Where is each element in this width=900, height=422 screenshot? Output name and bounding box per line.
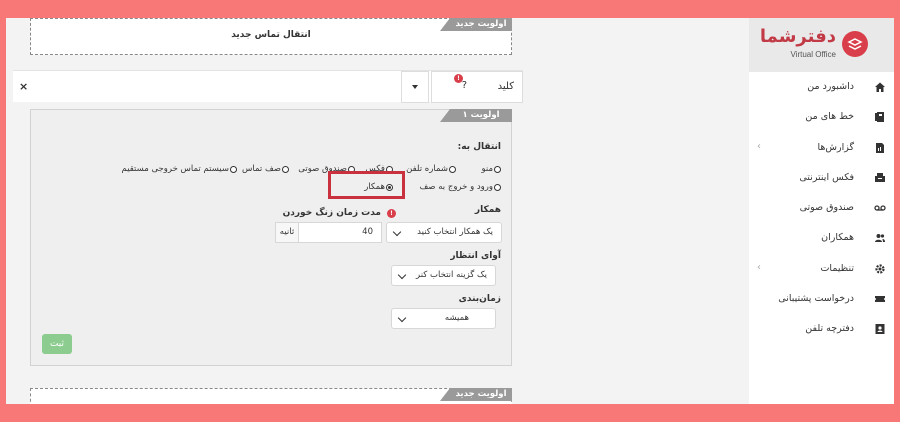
radio-queue-login-logout-dot[interactable] [494,183,501,191]
priority-ribbon-bottom: اولویت جدید [440,388,512,401]
ring-duration-input[interactable]: 40 [298,222,382,243]
highlight-box [328,171,405,199]
submit-button[interactable]: ثبت [42,334,72,354]
radio-menu-dot[interactable] [494,165,501,173]
ring-duration-label: مدت زمان زنگ خوردن [282,208,381,218]
ring-duration-unit: ثانیه [275,222,299,243]
key-label: کلید [497,81,514,92]
sidebar-nav: داشبورد من خط های من گزارش‌ها ‹ فکس اینت… [749,72,894,345]
hold-music-label: آوای انتظار [450,251,501,261]
users-icon [875,234,885,243]
sidebar-item-label: صندوق صوتی [799,202,854,214]
radio-call-queue[interactable]: صف تماس [242,164,289,174]
radio-direct-outbound-dot[interactable] [230,165,237,173]
new-priority-panel-bottom[interactable]: اولویت جدید [30,388,512,404]
ring-duration-alert-icon: ! [387,209,396,218]
schedule-label: زمان‌بندی [458,294,501,304]
radio-menu-label: منو [481,164,493,174]
radio-menu[interactable]: منو [481,164,501,174]
home-icon [875,82,885,92]
radio-direct-outbound-label: سیستم تماس خروجی مستقیم [121,164,229,174]
contact-book-icon [875,324,885,335]
logo-subtitle: Virtual Office [790,50,836,59]
sidebar-item-internet-fax[interactable]: فکس اینترنتی [749,163,894,193]
radio-call-queue-label: صف تماس [242,164,281,174]
key-row: × ? ! کلید [13,70,523,103]
radio-queue-login-logout-label: ورود و خروج به صف [419,182,494,192]
sidebar-item-settings[interactable]: تنظیمات ‹ [749,254,894,284]
caret-down-icon [412,85,418,89]
sidebar-item-label: تنظیمات [820,262,854,274]
sidebar: دفترشما Virtual Office داشبورد من خط های… [749,18,894,404]
priority-form-panel: اولویت ۱ انتقال به: منو شماره تلفن فکس ص… [30,109,512,366]
radio-queue-login-logout[interactable]: ورود و خروج به صف [419,182,501,192]
logo-text: دفترشما [759,26,836,47]
sidebar-item-colleagues[interactable]: همکاران [749,223,894,253]
radio-phone-number-label: شماره تلفن [406,164,448,174]
colleague-select[interactable]: یک همکار انتخاب کنید [386,222,502,243]
priority-one-ribbon: اولویت ۱ [440,109,512,122]
schedule-select-value: همیشه [444,313,469,323]
report-icon [876,142,884,153]
schedule-select[interactable]: همیشه [391,308,496,329]
sidebar-item-label: گزارش‌ها [817,141,855,153]
chevron-down-icon [397,270,407,280]
phone-lines-icon [875,112,884,123]
chevron-left-icon: ‹ [757,140,761,152]
radio-call-queue-dot[interactable] [282,165,289,173]
logo-mark-icon [842,31,868,57]
key-question-mark: ? [461,80,467,91]
new-transfer-title: انتقال تماس جدید [231,30,311,40]
radio-direct-outbound[interactable]: سیستم تماس خروجی مستقیم [122,164,237,174]
sidebar-item-label: داشبورد من [807,81,854,92]
sidebar-item-phonebook[interactable]: دفترچه تلفن [749,314,894,344]
close-icon[interactable]: × [19,80,28,93]
new-priority-panel[interactable]: اولویت جدید انتقال تماس جدید [30,18,512,55]
sidebar-item-support[interactable]: درخواست پشتیبانی [749,284,894,314]
sidebar-item-label: درخواست پشتیبانی [778,293,854,305]
colleague-label: همکار [474,205,501,215]
sidebar-item-label: دفترچه تلفن [805,323,854,335]
radio-phone-number[interactable]: شماره تلفن [406,164,456,174]
sidebar-item-label: فکس اینترنتی [799,171,854,183]
chevron-down-icon [397,313,407,323]
radio-phone-number-dot[interactable] [449,165,456,173]
hold-music-select[interactable]: یک گزینه انتخاب کنر [391,265,496,286]
sidebar-item-reports[interactable]: گزارش‌ها ‹ [749,133,894,163]
app-window: اولویت جدید انتقال تماس جدید × ? ! کلید … [6,18,894,404]
logo-area[interactable]: دفترشما Virtual Office [749,18,894,72]
colleague-select-value: یک همکار انتخاب کنید [417,227,493,237]
chevron-down-icon [392,227,402,237]
key-alert-icon: ! [454,74,463,83]
sidebar-item-label: همکاران [821,232,854,244]
ticket-icon [875,296,885,303]
chevron-left-icon: ‹ [757,261,761,273]
key-dropdown-toggle[interactable] [401,71,429,103]
gear-icon [875,264,885,274]
hold-music-select-value: یک گزینه انتخاب کنر [416,270,487,280]
sidebar-item-label: خط های من [805,111,854,123]
fax-icon [875,172,885,182]
sidebar-item-voicemail[interactable]: صندوق صوتی [749,193,894,223]
transfer-to-label: انتقال به: [457,142,501,152]
sidebar-item-dashboard[interactable]: داشبورد من [749,72,894,102]
key-selector[interactable]: ? ! کلید [431,71,523,103]
voicemail-icon [874,205,886,211]
sidebar-item-my-lines[interactable]: خط های من [749,102,894,132]
